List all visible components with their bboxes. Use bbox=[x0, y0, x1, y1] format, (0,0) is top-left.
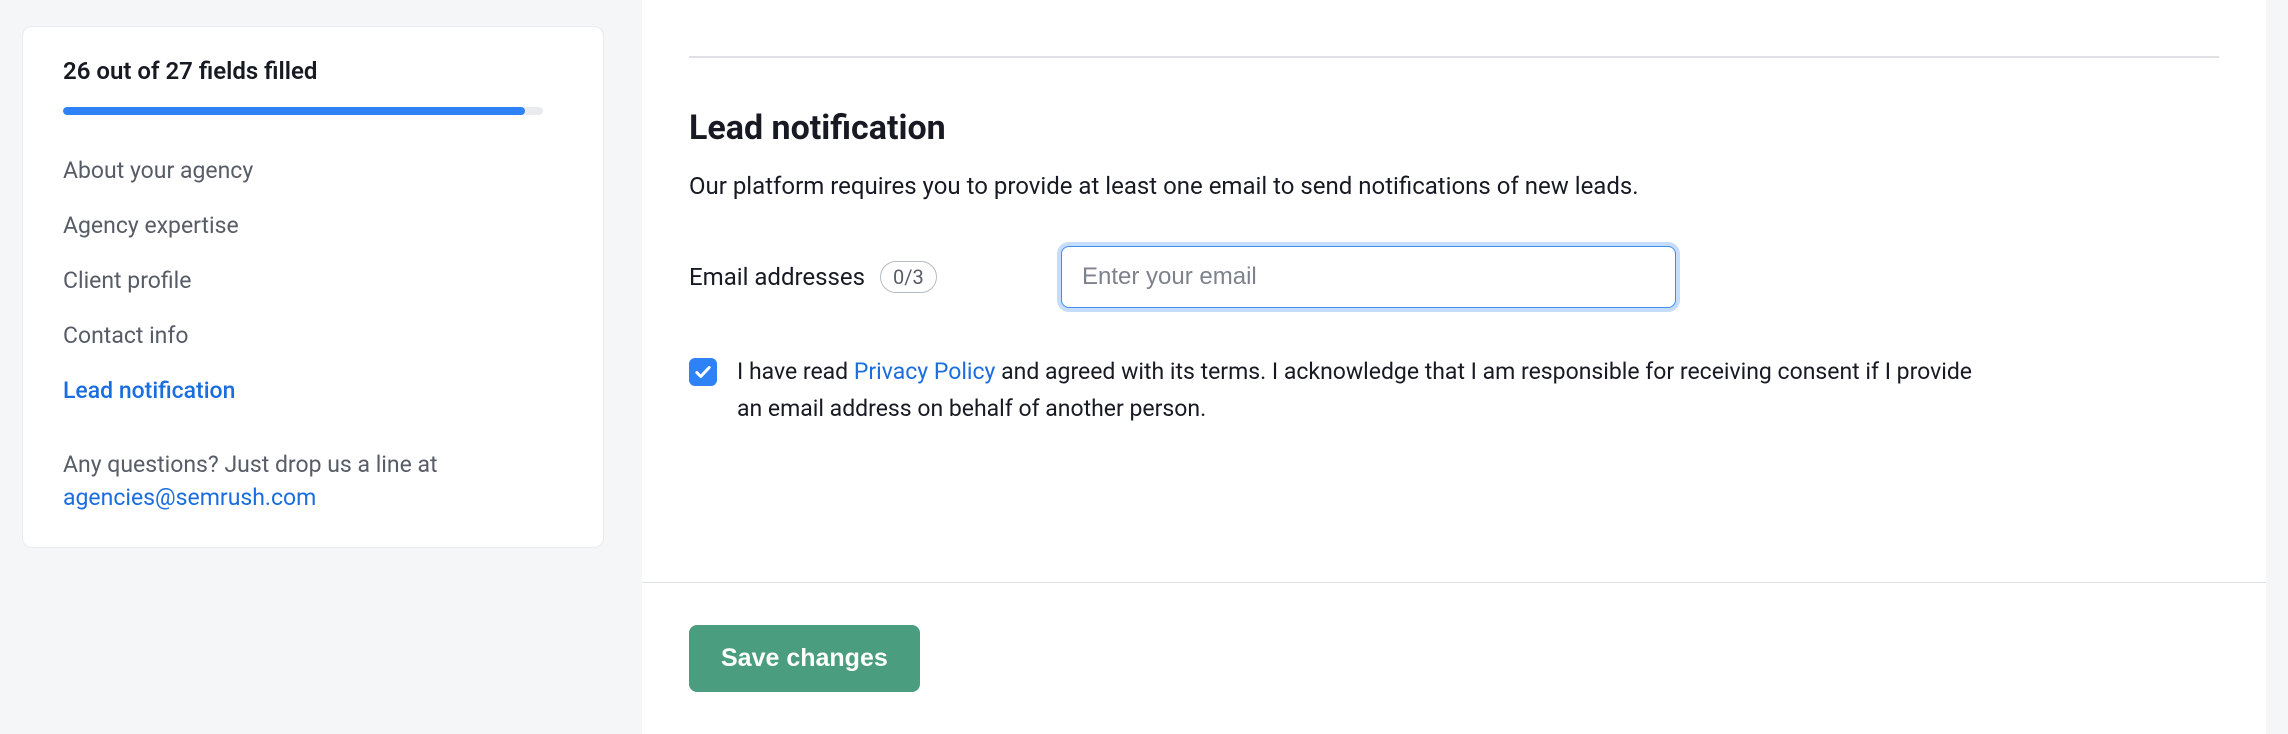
email-field-row: Email addresses 0/3 bbox=[689, 246, 2219, 308]
email-count-badge: 0/3 bbox=[880, 261, 937, 293]
sidebar-footer: Any questions? Just drop us a line at ag… bbox=[63, 448, 563, 515]
sidebar-footer-email-link[interactable]: agencies@semrush.com bbox=[63, 484, 316, 511]
footer-bar: Save changes bbox=[642, 582, 2266, 734]
lead-notification-section: Lead notification Our platform requires … bbox=[642, 58, 2266, 582]
section-description: Our platform requires you to provide at … bbox=[689, 168, 1749, 204]
main-panel: Lead notification Our platform requires … bbox=[642, 0, 2266, 734]
consent-checkbox[interactable] bbox=[689, 358, 717, 386]
progress-label: 26 out of 27 fields filled bbox=[63, 57, 563, 85]
email-input[interactable] bbox=[1061, 246, 1676, 308]
consent-text: I have read Privacy Policy and agreed wi… bbox=[737, 354, 1989, 428]
sidebar-item-agency-expertise[interactable]: Agency expertise bbox=[63, 212, 563, 239]
email-label-wrap: Email addresses 0/3 bbox=[689, 261, 1061, 293]
consent-text-before: I have read bbox=[737, 358, 854, 385]
sidebar-footer-text: Any questions? Just drop us a line at bbox=[63, 451, 438, 478]
sidebar-item-lead-notification[interactable]: Lead notification bbox=[63, 377, 563, 404]
sidebar-item-contact-info[interactable]: Contact info bbox=[63, 322, 563, 349]
save-button[interactable]: Save changes bbox=[689, 625, 920, 692]
progress-bar bbox=[63, 107, 543, 115]
sidebar-item-client-profile[interactable]: Client profile bbox=[63, 267, 563, 294]
progress-bar-fill bbox=[63, 107, 525, 115]
sidebar-item-about-agency[interactable]: About your agency bbox=[63, 157, 563, 184]
email-addresses-label: Email addresses bbox=[689, 263, 865, 291]
sidebar-nav: About your agency Agency expertise Clien… bbox=[63, 157, 563, 404]
sidebar: 26 out of 27 fields filled About your ag… bbox=[22, 26, 604, 548]
section-title: Lead notification bbox=[689, 108, 2219, 148]
consent-row: I have read Privacy Policy and agreed wi… bbox=[689, 354, 1989, 428]
privacy-policy-link[interactable]: Privacy Policy bbox=[854, 358, 996, 385]
check-icon bbox=[694, 363, 712, 381]
